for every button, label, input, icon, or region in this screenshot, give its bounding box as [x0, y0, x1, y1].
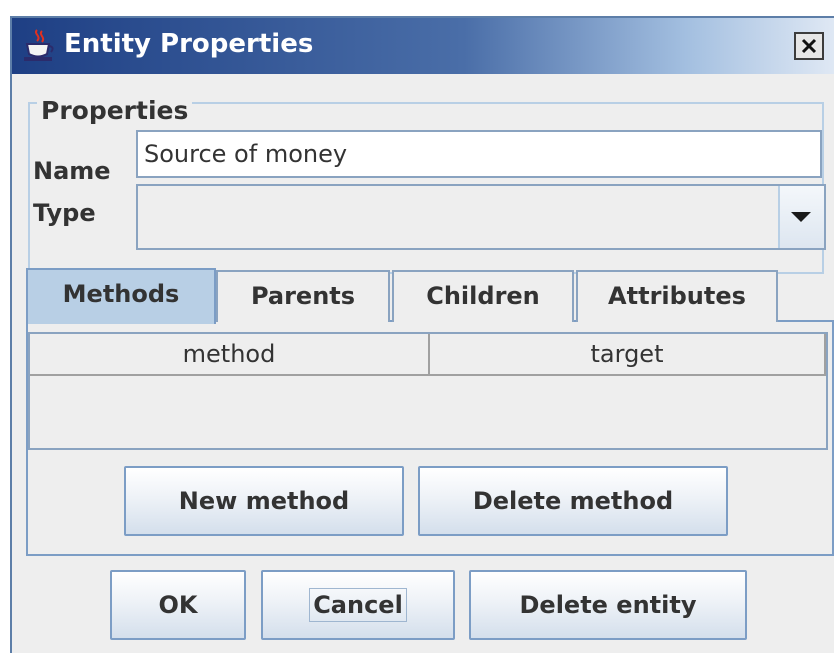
new-method-button[interactable]: New method	[124, 466, 404, 536]
cancel-button-label: Cancel	[309, 588, 407, 622]
delete-method-button[interactable]: Delete method	[418, 466, 728, 536]
column-header-method[interactable]: method	[30, 334, 430, 376]
cancel-button[interactable]: Cancel	[261, 570, 455, 640]
properties-group-title: Properties	[37, 96, 193, 126]
type-dropdown[interactable]	[136, 184, 826, 250]
name-field[interactable]	[136, 130, 822, 178]
chevron-down-icon	[791, 212, 811, 222]
window-title: Entity Properties	[64, 29, 314, 59]
tab-children[interactable]: Children	[392, 270, 574, 322]
tab-methods[interactable]: Methods	[26, 268, 216, 324]
tab-parents[interactable]: Parents	[216, 270, 390, 322]
column-header-target[interactable]: target	[430, 334, 826, 376]
name-label: Name	[33, 157, 111, 185]
java-coffee-cup-icon	[22, 28, 56, 64]
close-button[interactable]	[794, 32, 824, 60]
title-bar[interactable]: Entity Properties	[12, 18, 834, 74]
methods-table[interactable]: method target	[28, 332, 828, 450]
entity-properties-dialog: Entity Properties Properties Name Type M…	[10, 16, 834, 653]
ok-button[interactable]: OK	[110, 570, 246, 640]
tab-attributes[interactable]: Attributes	[576, 270, 778, 322]
type-label: Type	[33, 199, 96, 227]
type-dropdown-button[interactable]	[778, 186, 824, 248]
delete-entity-button[interactable]: Delete entity	[469, 570, 747, 640]
close-icon	[801, 38, 817, 54]
